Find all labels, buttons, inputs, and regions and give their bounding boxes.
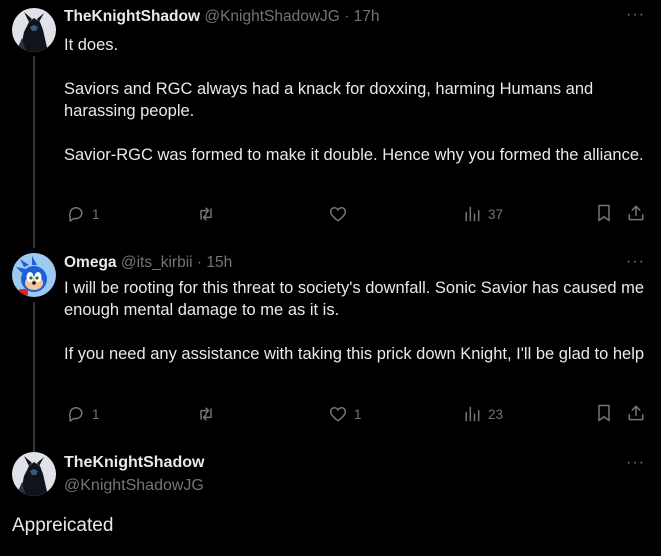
more-options-icon[interactable]: ··· (626, 454, 645, 472)
tweet-header: Omega @its_kirbii · 15h (64, 254, 232, 272)
timestamp[interactable]: 17h (354, 8, 380, 25)
like-count: 1 (354, 406, 362, 422)
tweet-text: I will be rooting for this threat to soc… (64, 279, 645, 363)
views-button[interactable]: 37 (462, 203, 503, 225)
more-options-icon[interactable]: ··· (626, 253, 645, 271)
display-name[interactable]: TheKnightShadow (64, 8, 200, 25)
views-count: 37 (488, 206, 504, 222)
separator-dot: · (196, 254, 203, 271)
repost-button[interactable] (196, 203, 222, 225)
bookmark-icon (598, 404, 610, 422)
views-button[interactable]: 23 (462, 403, 503, 425)
views-icon (465, 206, 480, 222)
tweet-header: TheKnightShadow @KnightShadowJG · 17h (64, 8, 380, 26)
action-bar: 1 1 23 (64, 403, 649, 425)
avatar[interactable] (12, 8, 56, 52)
reply-count: 1 (92, 406, 100, 422)
repost-icon (200, 407, 212, 421)
thread-line (33, 302, 35, 452)
display-name[interactable]: TheKnightShadow (64, 454, 204, 472)
thread-line (33, 56, 35, 248)
like-button[interactable]: 1 (328, 403, 362, 425)
timestamp[interactable]: 15h (206, 254, 232, 271)
sonic-avatar-icon (12, 253, 56, 297)
views-count: 23 (488, 406, 504, 422)
like-icon (329, 207, 347, 222)
share-button[interactable] (626, 203, 646, 226)
repost-icon (200, 207, 212, 221)
display-name[interactable]: Omega (64, 254, 117, 271)
handle[interactable]: @KnightShadowJG (204, 8, 340, 25)
avatar[interactable] (12, 452, 56, 496)
repost-button[interactable] (196, 403, 222, 425)
avatar[interactable] (12, 253, 56, 297)
like-button[interactable] (328, 203, 354, 225)
share-button[interactable] (626, 403, 646, 426)
share-icon (628, 405, 644, 421)
views-icon (465, 406, 480, 422)
reply-icon (68, 207, 83, 222)
separator-dot: · (344, 8, 350, 25)
more-options-icon[interactable]: ··· (626, 6, 645, 24)
like-icon (329, 407, 347, 422)
knight-avatar-icon (12, 452, 56, 496)
handle[interactable]: @KnightShadowJG (64, 477, 204, 495)
tweet-text: Appreicated (12, 515, 114, 536)
tweet-2[interactable]: Omega @its_kirbii · 15h ··· I will be ro… (0, 248, 661, 452)
share-icon (628, 205, 644, 221)
handle[interactable]: @its_kirbii (121, 254, 193, 271)
bookmark-button[interactable] (594, 403, 614, 426)
tweet-1[interactable]: TheKnightShadow @KnightShadowJG · 17h ··… (0, 0, 661, 248)
reply-icon (68, 407, 83, 422)
focused-tweet[interactable]: TheKnightShadow @KnightShadowJG ··· Appr… (0, 440, 661, 556)
reply-count: 1 (92, 206, 100, 222)
reply-button[interactable]: 1 (66, 203, 100, 225)
bookmark-button[interactable] (594, 203, 614, 226)
tweet-text: It does. Saviors and RGC always had a kn… (64, 36, 644, 164)
bookmark-icon (598, 204, 610, 222)
knight-avatar-icon (12, 8, 56, 52)
reply-button[interactable]: 1 (66, 403, 100, 425)
action-bar: 1 37 (64, 203, 649, 225)
